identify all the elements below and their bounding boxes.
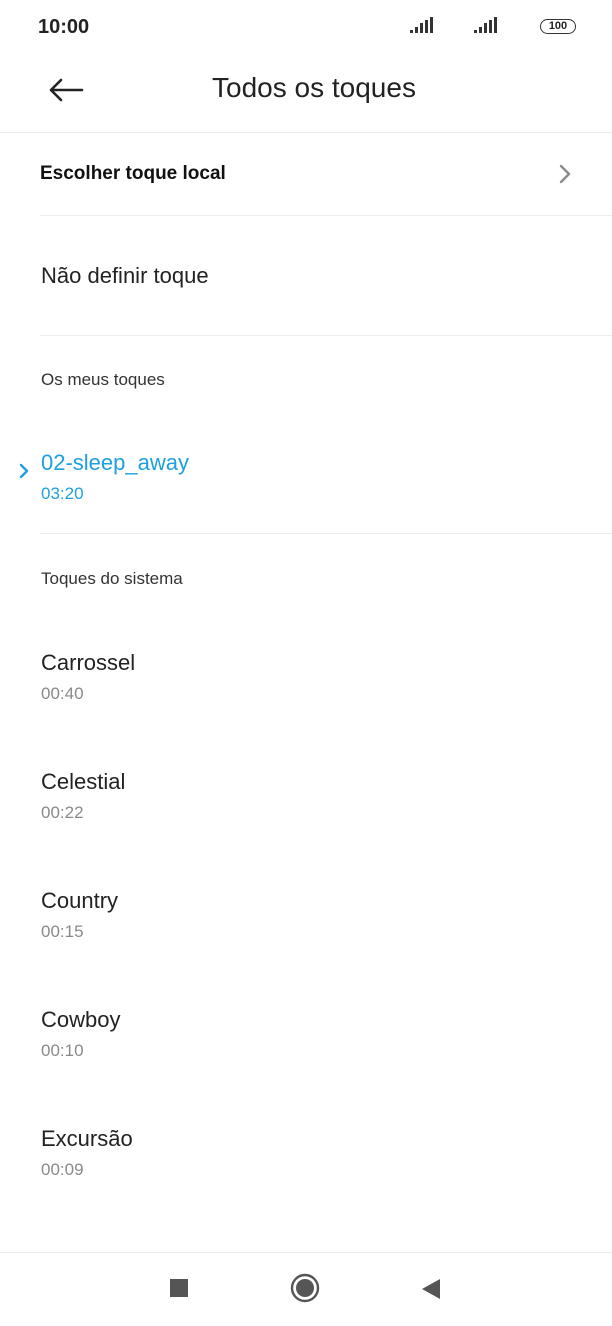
signal-icon [410,17,434,33]
ringtone-item[interactable]: Carrossel 00:40 [0,650,612,750]
choose-local-label: Escolher toque local [40,163,226,184]
ringtone-duration: 00:10 [41,1041,84,1060]
signal-icon [474,17,498,33]
ringtone-duration: 00:22 [41,803,84,822]
ringtone-name: Excursão [41,1126,133,1151]
ringtone-duration: 00:15 [41,922,84,941]
divider [0,132,612,133]
ringtone-item-selected[interactable]: 02-sleep_away 03:20 [0,450,612,550]
ringtone-item[interactable]: Cowboy 00:10 [0,1007,612,1107]
recents-square-icon [170,1279,188,1297]
ringtone-name: Country [41,888,119,913]
section-my-ringtones: Os meus toques [41,370,165,389]
no-ringtone-row[interactable]: Não definir toque [0,216,612,334]
ringtone-name: Cowboy [41,1007,121,1032]
chevron-right-icon [559,164,571,184]
page-title: Todos os toques [212,72,416,103]
section-system-ringtones: Toques do sistema [41,569,183,588]
ringtone-duration: 00:40 [41,684,84,703]
status-time: 10:00 [38,16,90,38]
battery-icon: 100 [540,19,576,34]
selected-chevron-icon [19,463,29,479]
ringtone-item[interactable]: Excursão 00:09 [0,1126,612,1226]
ringtone-name: 02-sleep_away [41,450,189,475]
choose-local-ringtone-row[interactable]: Escolher toque local [0,134,612,214]
home-circle-icon [290,1273,320,1303]
ringtone-name: Carrossel [41,650,136,675]
back-triangle-icon [422,1279,440,1299]
status-bar: 10:00 100 [0,0,612,54]
no-ringtone-label: Não definir toque [41,263,209,288]
ringtone-name: Celestial [41,769,126,794]
home-button[interactable] [290,1273,320,1308]
recents-button[interactable] [170,1279,188,1302]
back-nav-button[interactable] [421,1278,441,1305]
ringtone-duration: 00:09 [41,1160,84,1179]
app-bar: Todos os toques [0,54,612,132]
navigation-bar [0,1252,612,1326]
divider [40,533,612,534]
divider [40,335,612,336]
ringtone-duration: 03:20 [41,484,84,503]
ringtone-item[interactable]: Country 00:15 [0,888,612,988]
battery-level: 100 [548,20,568,32]
ringtone-item[interactable]: Celestial 00:22 [0,769,612,869]
